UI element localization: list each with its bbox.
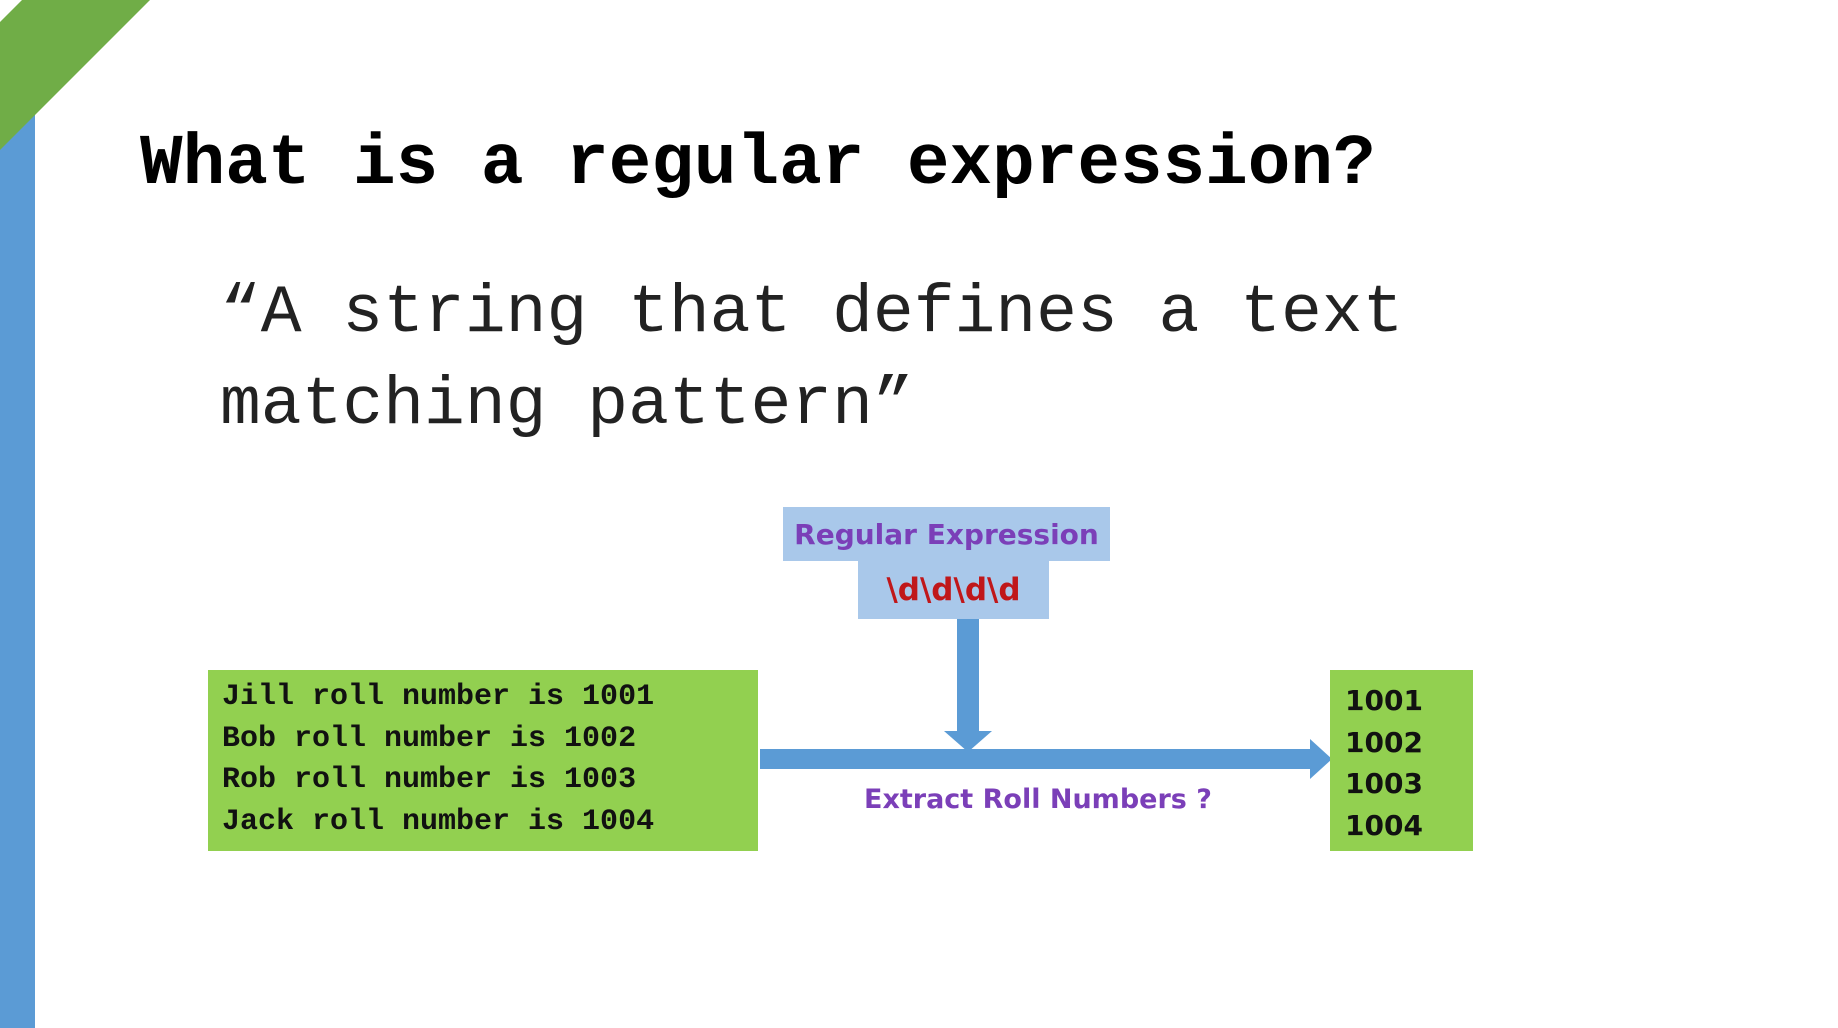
down-arrow-head <box>944 731 992 752</box>
output-line: 1004 <box>1345 808 1423 842</box>
output-box: 1001 1002 1003 1004 <box>1330 670 1473 851</box>
output-line: 1002 <box>1345 725 1423 759</box>
regex-pattern-box: \d\d\d\d <box>858 561 1049 619</box>
regex-label-box: Regular Expression <box>783 507 1110 561</box>
input-text-box: Jill roll number is 1001 Bob roll number… <box>208 670 758 851</box>
input-line: Jill roll number is 1001 <box>222 680 655 714</box>
input-line: Bob roll number is 1002 <box>222 721 637 756</box>
action-label: Extract Roll Numbers ? <box>864 784 1212 815</box>
input-line: Rob roll number is 1003 <box>222 763 637 797</box>
down-arrow-shaft <box>957 619 979 731</box>
output-line: 1003 <box>1345 767 1423 800</box>
output-line: 1001 <box>1345 684 1423 717</box>
input-line: Jack roll number is 1004 <box>222 804 655 839</box>
right-arrow-head <box>1310 739 1332 779</box>
right-arrow-shaft <box>760 749 1312 769</box>
slide: What is a regular expression? “A string … <box>0 0 1838 1028</box>
